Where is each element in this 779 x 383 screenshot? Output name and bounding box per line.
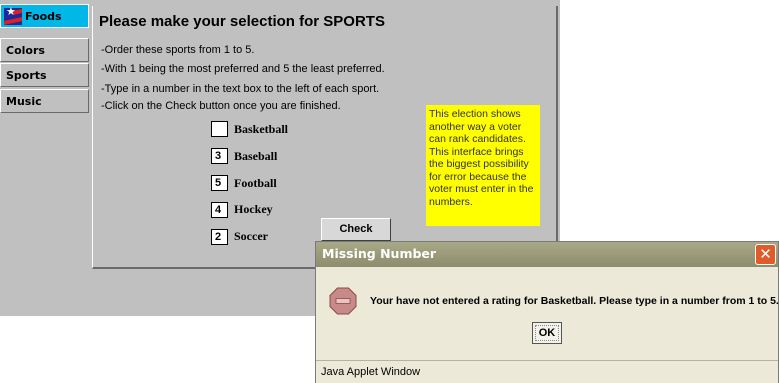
instruction-line: -Type in a number in the text box to the… bbox=[101, 83, 380, 95]
tab-music[interactable]: Music bbox=[0, 89, 89, 113]
tab-sports[interactable]: Sports bbox=[0, 63, 89, 87]
instruction-line: -Click on the Check button once you are … bbox=[101, 100, 341, 112]
sport-label-hockey: Hockey bbox=[234, 202, 273, 216]
tab-label: Sports bbox=[6, 69, 47, 82]
rank-input-baseball[interactable]: 3 bbox=[211, 148, 228, 164]
rank-input-soccer[interactable]: 2 bbox=[211, 229, 228, 245]
sport-label-football: Football bbox=[234, 176, 277, 190]
tab-foods[interactable]: ★ Foods bbox=[0, 4, 89, 28]
tab-label: Music bbox=[6, 95, 42, 108]
dialog-footer: Java Applet Window bbox=[316, 360, 778, 383]
ok-label: OK bbox=[538, 327, 556, 339]
instruction-line: -With 1 being the most preferred and 5 t… bbox=[101, 63, 385, 75]
sport-label-basketball: Basketball bbox=[234, 122, 289, 136]
check-button[interactable]: Check bbox=[321, 218, 391, 241]
info-note: This election shows another way a voter … bbox=[426, 105, 540, 226]
rank-input-football[interactable]: 5 bbox=[211, 175, 228, 191]
dialog-message: Your have not entered a rating for Baske… bbox=[370, 295, 779, 307]
applet-window-label: Java Applet Window bbox=[321, 366, 421, 378]
dialog-title: Missing Number bbox=[322, 246, 437, 261]
ok-button[interactable]: OK bbox=[532, 322, 562, 344]
tab-colors[interactable]: Colors bbox=[0, 38, 89, 62]
flag-icon: ★ bbox=[4, 6, 22, 25]
sport-label-soccer: Soccer bbox=[234, 229, 268, 243]
close-button[interactable]: ✕ bbox=[755, 244, 776, 265]
rank-input-basketball[interactable] bbox=[211, 121, 228, 137]
stop-icon bbox=[329, 287, 357, 315]
tab-label: Foods bbox=[25, 10, 62, 23]
page-title: Please make your selection for SPORTS bbox=[99, 13, 385, 30]
sport-label-baseball: Baseball bbox=[234, 149, 278, 163]
dialog-titlebar[interactable]: Missing Number ✕ bbox=[316, 242, 778, 267]
missing-number-dialog: Missing Number ✕ Your have not entered a… bbox=[315, 241, 779, 383]
tab-label: Colors bbox=[6, 44, 45, 57]
rank-input-hockey[interactable]: 4 bbox=[211, 202, 228, 218]
instruction-line: -Order these sports from 1 to 5. bbox=[101, 44, 255, 56]
